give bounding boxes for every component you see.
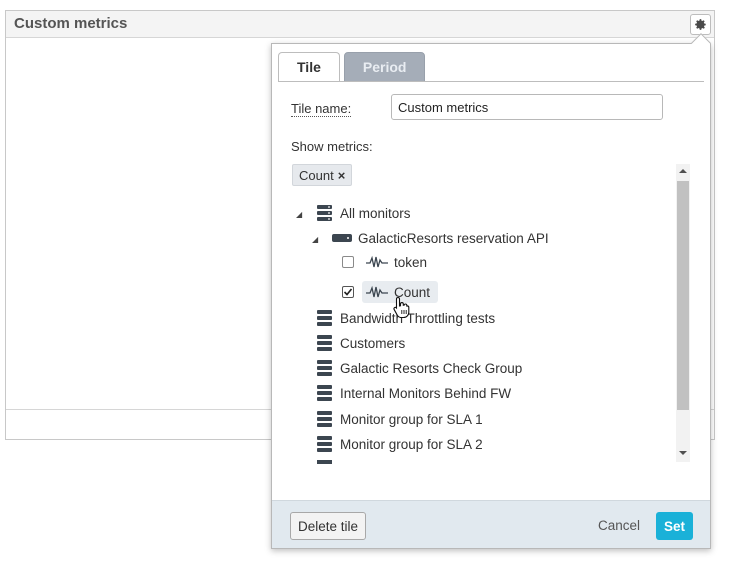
collapse-arrow-icon[interactable]: ◢ (296, 210, 302, 219)
metrics-tree: Count × ◢ All monitors ◢ GalacticResorts… (290, 164, 692, 464)
server-group-icon (317, 335, 332, 351)
metric-checkbox-checked[interactable] (342, 286, 354, 298)
tile-name-label: Tile name: (291, 101, 352, 117)
scrollbar-thumb[interactable] (677, 181, 689, 410)
tile-name-input[interactable] (391, 94, 663, 120)
tree-item-label: Customers (340, 335, 406, 351)
tree-scrollbar[interactable] (676, 164, 690, 462)
metric-checkbox[interactable] (342, 256, 354, 268)
tree-item-group[interactable]: Galactic Resorts Check Group (317, 357, 522, 379)
pulse-icon (366, 285, 388, 298)
tree-item-group[interactable]: Monitor group for SLA 2 (317, 433, 483, 455)
server-group-icon (317, 411, 332, 427)
tab-period[interactable]: Period (343, 52, 426, 82)
chip-remove-button[interactable]: × (338, 168, 346, 183)
tree-item-group[interactable]: Internal Monitors Behind FW (317, 382, 511, 404)
popup-footer: Delete tile Cancel Set (272, 500, 710, 548)
show-metrics-label: Show metrics: (291, 139, 373, 154)
server-group-icon (317, 360, 332, 376)
tabs-divider (278, 81, 704, 82)
server-group-icon (317, 205, 332, 221)
tree-item-label: Monitor group for SLA 1 (340, 411, 483, 427)
tree-item-label: token (394, 254, 428, 270)
tree-item-label: Internal Monitors Behind FW (340, 385, 512, 401)
tile-header: Custom metrics (6, 11, 714, 38)
chip-label: Count (299, 167, 334, 183)
tree-item-label: Monitor group for SLA 2 (340, 436, 483, 452)
gear-icon (695, 19, 706, 30)
hand-cursor-icon (393, 296, 410, 318)
tree-item-label: All monitors (340, 205, 411, 221)
collapse-arrow-icon[interactable]: ◢ (312, 235, 318, 244)
popup-tabs: Tile Period (278, 52, 429, 82)
pulse-icon (366, 255, 388, 268)
selected-metric-chip: Count × (292, 164, 353, 186)
tree-item-all-monitors[interactable]: All monitors (317, 202, 411, 224)
partial-server-icon (317, 460, 332, 464)
scroll-down-arrow-icon[interactable] (679, 451, 687, 455)
tree-item-monitor[interactable]: GalacticResorts reservation API (332, 227, 549, 249)
tree-item-label: Bandwidth Throttling tests (340, 310, 496, 326)
tab-tile[interactable]: Tile (278, 52, 340, 82)
tree-item-label: GalacticResorts reservation API (358, 230, 549, 246)
set-button[interactable]: Set (656, 512, 693, 540)
server-group-icon (317, 310, 332, 326)
scroll-up-arrow-icon[interactable] (679, 169, 687, 173)
tree-item-metric-count[interactable]: Count (342, 281, 439, 303)
checkmark-icon (343, 288, 353, 296)
tile-title: Custom metrics (14, 15, 128, 32)
server-group-icon (317, 385, 332, 401)
cancel-button[interactable]: Cancel (598, 518, 640, 533)
tree-item-label: Galactic Resorts Check Group (340, 360, 523, 376)
server-icon (332, 234, 352, 242)
tree-item-metric-token[interactable]: token (342, 251, 427, 273)
tree-item-group[interactable]: Monitor group for SLA 1 (317, 408, 483, 430)
server-group-icon (317, 436, 332, 452)
delete-tile-button[interactable]: Delete tile (290, 512, 367, 540)
tree-item-group[interactable]: Customers (317, 332, 405, 354)
tile-settings-popup: Tile Period Tile name: Show metrics: Cou… (271, 43, 711, 549)
